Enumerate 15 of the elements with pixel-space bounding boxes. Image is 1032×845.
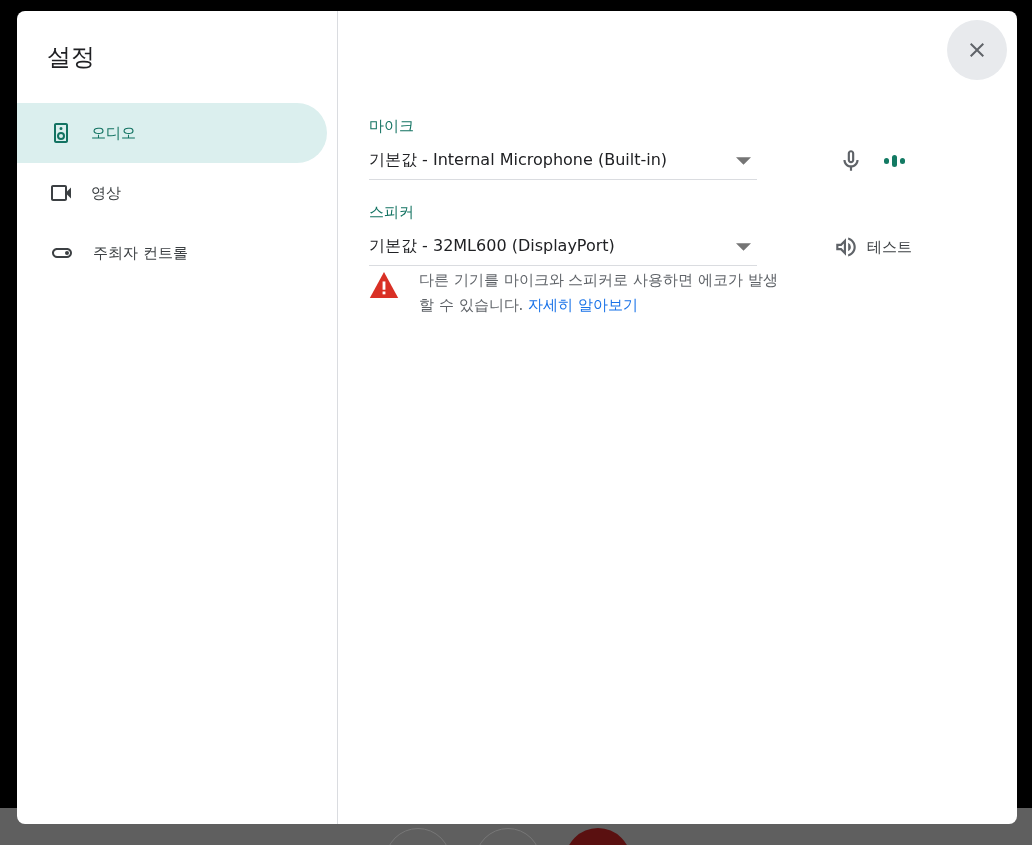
nav-item[interactable]: 오디오 <box>17 103 327 163</box>
nav-item[interactable]: 주최자 컨트롤 <box>17 223 327 283</box>
dialog-title: 설정 <box>46 42 96 73</box>
section-label: 스피커 <box>369 202 415 222</box>
test-speaker-button[interactable]: 테스트 <box>833 234 912 260</box>
caret-icon <box>736 242 751 251</box>
nav-item[interactable]: 영상 <box>17 163 327 223</box>
learn-more-link[interactable]: 자세히 알아보기 <box>528 296 638 314</box>
audio-level-icon <box>884 155 906 167</box>
speaker-dropdown[interactable]: 기본값 - 32ML600 (DisplayPort) <box>369 228 757 266</box>
warning-message: 다른 기기를 마이크와 스피커로 사용하면 에코가 발생할 수 있습니다. 자세히 알아보기 <box>419 270 779 316</box>
section-label: 마이크 <box>369 116 415 136</box>
warning-icon <box>369 272 399 298</box>
microphone-dropdown[interactable]: 기본값 - Internal Microphone (Built-in) <box>369 142 757 180</box>
caret-icon <box>736 156 751 165</box>
